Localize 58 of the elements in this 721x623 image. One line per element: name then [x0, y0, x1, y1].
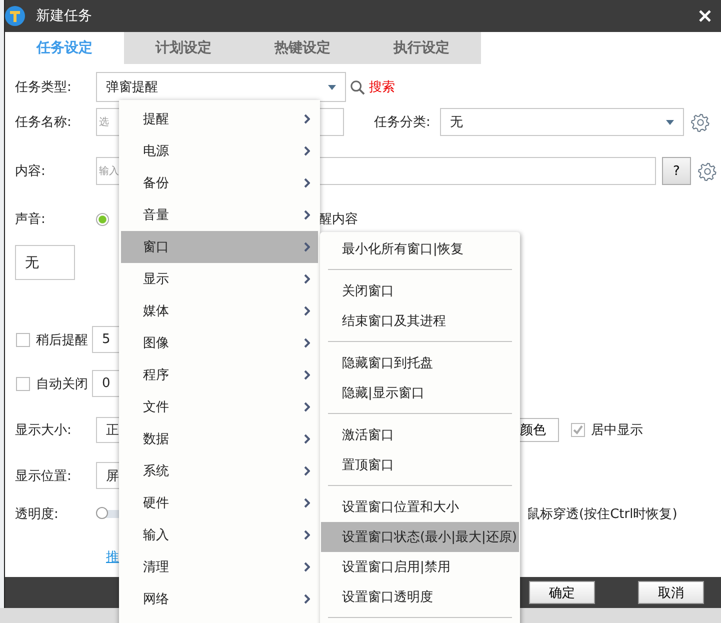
- window-title: 新建任务: [36, 7, 92, 25]
- settings-icon[interactable]: [691, 112, 710, 132]
- menu-item[interactable]: 设置窗口状态(最小|最大|还原): [321, 522, 519, 552]
- menu-item[interactable]: 文件: [121, 391, 318, 423]
- menu-item[interactable]: 硬件: [121, 487, 318, 519]
- tab[interactable]: 计划设定: [124, 32, 243, 64]
- menu-item[interactable]: 数据: [121, 423, 318, 455]
- menu-item[interactable]: 清理: [121, 551, 318, 583]
- field-label: 任务类型:: [15, 79, 72, 96]
- dropdown-arrow-icon: [666, 120, 674, 124]
- tab[interactable]: 执行设定: [362, 32, 481, 64]
- menu-item[interactable]: 隐藏窗口到托盘: [321, 348, 519, 378]
- menu-item[interactable]: 系统: [121, 455, 318, 487]
- checkbox[interactable]: [16, 332, 30, 346]
- menu-item[interactable]: 置顶窗口: [321, 450, 519, 480]
- checkbox[interactable]: [16, 376, 30, 390]
- search-icon[interactable]: [350, 80, 365, 94]
- radio-button[interactable]: [96, 212, 109, 226]
- menu-item[interactable]: 媒体: [121, 295, 318, 327]
- menu-item[interactable]: 图像: [121, 327, 318, 359]
- menu-item[interactable]: 音量: [121, 199, 318, 231]
- search-link[interactable]: 搜索: [369, 78, 395, 96]
- category-dropdown[interactable]: 无: [440, 108, 684, 136]
- dialog-button[interactable]: 确定: [529, 581, 595, 604]
- menu-item[interactable]: 结束窗口及其进程: [321, 306, 519, 336]
- close-icon[interactable]: [699, 10, 711, 22]
- app-logo-icon: [4, 5, 26, 27]
- menu-item[interactable]: 网络: [121, 583, 318, 615]
- menu-item[interactable]: 窗口: [121, 231, 318, 263]
- checkbox[interactable]: [571, 423, 585, 437]
- option-label: 鼠标穿透(按住Ctrl时恢复): [527, 506, 678, 523]
- menu-item[interactable]: 显示: [121, 263, 318, 295]
- menu-item[interactable]: 输入: [121, 519, 318, 551]
- menu-item[interactable]: 设置窗口透明度: [321, 582, 519, 612]
- checkbox-label: 居中显示: [591, 422, 644, 439]
- field-label: 任务分类:: [374, 114, 432, 131]
- task-type-dropdown[interactable]: 弹窗提醒: [96, 72, 346, 102]
- menu-item[interactable]: 设置窗口启用|禁用: [321, 552, 519, 582]
- menu-item[interactable]: 提醒: [121, 103, 318, 135]
- menu-item[interactable]: 最小化所有窗口|恢复: [321, 234, 519, 264]
- menu-item[interactable]: 隐藏|显示窗口: [321, 378, 519, 408]
- dialog-button[interactable]: 取消: [638, 581, 704, 604]
- settings-icon[interactable]: [698, 162, 717, 180]
- field-label: 透明度:: [15, 506, 60, 523]
- menu-item[interactable]: 程序: [121, 359, 318, 391]
- tab[interactable]: 热键设定: [243, 32, 362, 64]
- field-label: 声音:: [15, 211, 46, 228]
- field-label: 内容:: [15, 163, 46, 180]
- checkbox-label: 稍后提醒: [36, 332, 89, 348]
- field-label: 任务名称:: [15, 114, 72, 131]
- field-label: 显示大小:: [15, 422, 72, 439]
- field-label: 显示位置:: [15, 468, 72, 484]
- menu-item[interactable]: 设置窗口位置和大小: [321, 492, 519, 522]
- menu-item[interactable]: 关闭窗口: [321, 276, 519, 306]
- help-button[interactable]: ?: [662, 157, 691, 185]
- checkbox-label: 自动关闭: [36, 376, 89, 392]
- sound-dropdown[interactable]: 无: [15, 245, 75, 280]
- dropdown-arrow-icon: [328, 84, 336, 90]
